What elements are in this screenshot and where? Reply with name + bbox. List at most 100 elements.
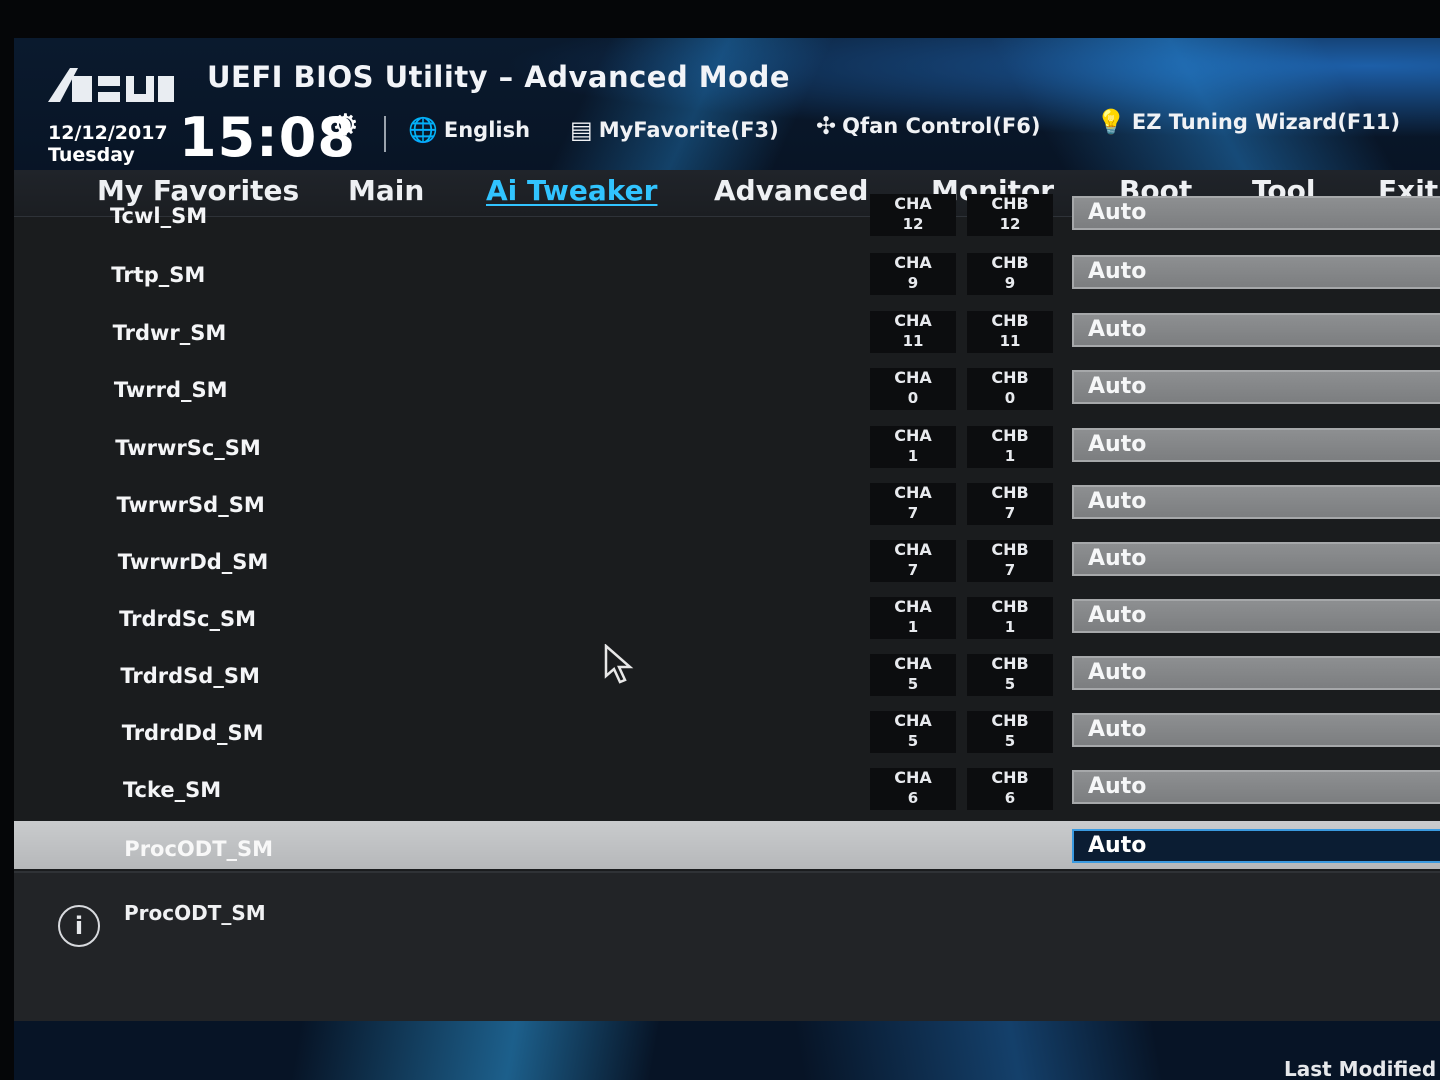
- setting-value-select[interactable]: Auto: [1072, 829, 1440, 863]
- setting-value-text: Auto: [1088, 489, 1147, 514]
- channel-b-number: 7: [1004, 561, 1016, 579]
- setting-row[interactable]: TrdrdSc_SM CHA 1 CHB 1 Auto: [14, 591, 1440, 647]
- setting-value-text: Auto: [1088, 317, 1147, 342]
- setting-row[interactable]: Tcke_SM CHA 6 CHB 6 Auto: [14, 762, 1440, 818]
- setting-value-text: Auto: [1088, 432, 1147, 457]
- setting-value-text: Auto: [1088, 660, 1147, 685]
- channel-b-label: CHB: [991, 368, 1029, 387]
- setting-row[interactable]: Trtp_SM CHA 9 CHB 9 Auto: [14, 247, 1440, 303]
- channel-b-value: CHB 1: [967, 597, 1053, 639]
- setting-row[interactable]: ProcODT_SM Auto: [14, 821, 1440, 869]
- setting-value-select[interactable]: Auto: [1072, 713, 1440, 747]
- setting-row[interactable]: TrdrdSd_SM CHA 5 CHB 5 Auto: [14, 648, 1440, 704]
- last-modified-button[interactable]: Last Modified: [1284, 1057, 1436, 1080]
- channel-a-number: 9: [907, 274, 919, 292]
- globe-icon: 🌐: [408, 116, 438, 144]
- setting-value-select[interactable]: Auto: [1072, 255, 1440, 289]
- ez-tuning-wizard-button[interactable]: 💡 EZ Tuning Wizard(F11): [1096, 108, 1400, 136]
- channel-b-value: CHB 5: [967, 711, 1053, 753]
- setting-value-select[interactable]: Auto: [1072, 542, 1440, 576]
- setting-label: TwrwrSc_SM: [115, 436, 261, 460]
- myfavorite-button[interactable]: ▤ MyFavorite(F3): [570, 116, 779, 144]
- channel-b-label: CHB: [991, 768, 1029, 787]
- qfan-control-button[interactable]: ✣ Qfan Control(F6): [816, 112, 1041, 140]
- channel-a-value: CHA 7: [870, 540, 956, 582]
- setting-value-text: Auto: [1088, 200, 1147, 225]
- channel-b-value: CHB 9: [967, 253, 1053, 295]
- channel-a-label: CHA: [894, 483, 932, 502]
- help-panel: i ProcODT_SM: [14, 871, 1440, 1023]
- setting-row[interactable]: TwrwrDd_SM CHA 7 CHB 7 Auto: [14, 534, 1440, 590]
- channel-a-number: 11: [902, 332, 924, 350]
- day-text: Tuesday: [48, 144, 135, 166]
- channel-b-value: CHB 7: [967, 483, 1053, 525]
- language-button[interactable]: 🌐 English: [408, 116, 530, 144]
- channel-b-label: CHB: [991, 253, 1029, 272]
- setting-row[interactable]: Tcwl_SM CHA 12 CHB 12 Auto: [14, 188, 1440, 244]
- setting-row[interactable]: TwrwrSd_SM CHA 7 CHB 7 Auto: [14, 477, 1440, 533]
- qfan-label: Qfan Control(F6): [842, 114, 1041, 138]
- channel-b-label: CHB: [991, 654, 1029, 673]
- setting-value-select[interactable]: Auto: [1072, 770, 1440, 804]
- channel-b-number: 7: [1004, 504, 1016, 522]
- myfavorite-label: MyFavorite(F3): [598, 118, 779, 142]
- channel-b-label: CHB: [991, 311, 1029, 330]
- setting-value-text: Auto: [1088, 833, 1147, 858]
- channel-b-number: 12: [999, 215, 1021, 233]
- channel-b-number: 6: [1004, 789, 1016, 807]
- setting-label: Tcke_SM: [123, 778, 222, 802]
- channel-b-value: CHB 12: [967, 194, 1053, 236]
- setting-row[interactable]: TwrwrSc_SM CHA 1 CHB 1 Auto: [14, 420, 1440, 476]
- setting-value-select[interactable]: Auto: [1072, 370, 1440, 404]
- setting-value-select[interactable]: Auto: [1072, 313, 1440, 347]
- channel-b-label: CHB: [991, 540, 1029, 559]
- setting-row[interactable]: TrdrdDd_SM CHA 5 CHB 5 Auto: [14, 705, 1440, 761]
- language-label: English: [443, 118, 531, 142]
- date-display: 12/12/2017 Tuesday: [48, 122, 168, 166]
- channel-a-number: 7: [907, 504, 919, 522]
- setting-value-select[interactable]: Auto: [1072, 485, 1440, 519]
- channel-b-label: CHB: [991, 426, 1029, 445]
- channel-a-number: 1: [907, 447, 919, 465]
- channel-b-number: 5: [1004, 675, 1016, 693]
- setting-value-text: Auto: [1088, 259, 1147, 284]
- channel-a-value: CHA 7: [870, 483, 956, 525]
- setting-value-select[interactable]: Auto: [1072, 599, 1440, 633]
- channel-a-label: CHA: [894, 368, 932, 387]
- channel-b-value: CHB 5: [967, 654, 1053, 696]
- setting-value-text: Auto: [1088, 717, 1147, 742]
- setting-label: Tcwl_SM: [110, 204, 208, 228]
- header-bar: UEFI BIOS Utility – Advanced Mode 12/12/…: [14, 38, 1440, 178]
- channel-a-number: 1: [907, 618, 919, 636]
- channel-a-value: CHA 11: [870, 311, 956, 353]
- channel-b-value: CHB 1: [967, 426, 1053, 468]
- setting-value-text: Auto: [1088, 546, 1147, 571]
- setting-value-select[interactable]: Auto: [1072, 196, 1440, 230]
- setting-row[interactable]: Trdwr_SM CHA 11 CHB 11 Auto: [14, 305, 1440, 361]
- channel-a-number: 12: [902, 215, 924, 233]
- clock-settings-icon[interactable]: ⚙: [332, 108, 359, 143]
- setting-value-select[interactable]: Auto: [1072, 656, 1440, 690]
- channel-a-label: CHA: [894, 768, 932, 787]
- setting-label: Trtp_SM: [111, 263, 206, 287]
- setting-label: TwrwrSd_SM: [116, 493, 265, 517]
- channel-a-number: 5: [907, 732, 919, 750]
- channel-a-value: CHA 1: [870, 426, 956, 468]
- channel-a-number: 7: [907, 561, 919, 579]
- footer-bar: Last Modified: [14, 1021, 1440, 1080]
- help-text: ProcODT_SM: [124, 901, 266, 925]
- channel-a-value: CHA 0: [870, 368, 956, 410]
- setting-label: TrdrdDd_SM: [121, 721, 264, 745]
- channel-b-label: CHB: [991, 711, 1029, 730]
- bios-screen: UEFI BIOS Utility – Advanced Mode 12/12/…: [14, 38, 1440, 1080]
- channel-a-number: 5: [907, 675, 919, 693]
- setting-row[interactable]: Twrrd_SM CHA 0 CHB 0 Auto: [14, 362, 1440, 418]
- channel-a-label: CHA: [894, 194, 932, 213]
- channel-b-label: CHB: [991, 483, 1029, 502]
- channel-b-number: 5: [1004, 732, 1016, 750]
- setting-value-select[interactable]: Auto: [1072, 428, 1440, 462]
- channel-a-value: CHA 1: [870, 597, 956, 639]
- channel-a-label: CHA: [894, 711, 932, 730]
- setting-label: TrdrdSd_SM: [120, 664, 260, 688]
- channel-a-value: CHA 5: [870, 654, 956, 696]
